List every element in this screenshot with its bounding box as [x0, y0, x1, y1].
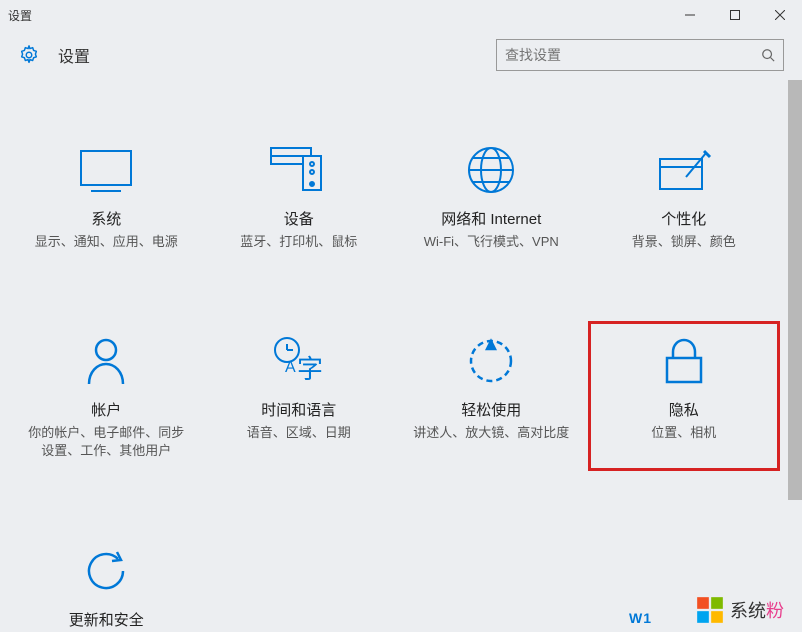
tile-title: 轻松使用: [461, 399, 521, 420]
tile-privacy[interactable]: 隐私 位置、相机: [588, 321, 781, 470]
tile-ease-of-access[interactable]: 轻松使用 讲述人、放大镜、高对比度: [395, 321, 588, 470]
tile-title: 个性化: [661, 208, 706, 229]
maximize-button[interactable]: [712, 0, 757, 30]
lock-icon: [663, 331, 705, 391]
display-icon: [77, 140, 135, 200]
search-icon: [761, 48, 775, 62]
watermark-prefix: W1: [629, 610, 652, 626]
gear-icon: [18, 44, 40, 66]
svg-text:字: 字: [297, 355, 323, 384]
tiles-grid: 系统 显示、通知、应用、电源 设备 蓝牙、打印机、鼠标 网络和 Int: [0, 80, 790, 632]
tile-desc: 显示、通知、应用、电源: [35, 233, 178, 251]
content: 系统 显示、通知、应用、电源 设备 蓝牙、打印机、鼠标 网络和 Int: [0, 80, 802, 632]
tile-title: 时间和语言: [261, 399, 336, 420]
title-bar: 设置: [0, 0, 802, 30]
ease-icon: [466, 331, 516, 391]
person-icon: [83, 331, 129, 391]
tile-desc: 你的帐户、电子邮件、同步设置、工作、其他用户: [28, 424, 185, 460]
tile-title: 系统: [91, 208, 121, 229]
tile-desc: Wi-Fi、飞行模式、VPN: [424, 233, 559, 251]
tile-network[interactable]: 网络和 Internet Wi-Fi、飞行模式、VPN: [395, 130, 588, 261]
tile-time-language[interactable]: 字 A 时间和语言 语音、区域、日期: [203, 321, 396, 470]
tile-desc: 位置、相机: [651, 424, 716, 442]
tile-desc: 讲述人、放大镜、高对比度: [413, 424, 569, 442]
search-input[interactable]: [505, 47, 761, 63]
svg-text:A: A: [285, 359, 296, 376]
tile-accounts[interactable]: 帐户 你的帐户、电子邮件、同步设置、工作、其他用户: [10, 321, 203, 470]
tile-title: 网络和 Internet: [441, 208, 541, 229]
tile-title: 设备: [284, 208, 314, 229]
page-title: 设置: [58, 43, 496, 67]
update-icon: [81, 541, 131, 601]
window-controls: [667, 0, 802, 30]
window-title: 设置: [8, 7, 667, 24]
paint-icon: [656, 140, 712, 200]
tile-title: 更新和安全: [69, 609, 144, 630]
tile-update-security[interactable]: 更新和安全: [10, 531, 203, 632]
search-box[interactable]: [496, 39, 784, 71]
tile-system[interactable]: 系统 显示、通知、应用、电源: [10, 130, 203, 261]
tile-desc: 语音、区域、日期: [247, 424, 351, 442]
tile-personalization[interactable]: 个性化 背景、锁屏、颜色: [588, 130, 781, 261]
devices-icon: [269, 140, 329, 200]
watermark: 系统粉: [696, 596, 784, 624]
tile-title: 隐私: [669, 399, 699, 420]
close-button[interactable]: [757, 0, 802, 30]
tile-desc: 蓝牙、打印机、鼠标: [240, 233, 357, 251]
header: 设置: [0, 30, 802, 80]
tile-devices[interactable]: 设备 蓝牙、打印机、鼠标: [203, 130, 396, 261]
globe-icon: [465, 140, 517, 200]
tile-desc: 背景、锁屏、颜色: [632, 233, 736, 251]
minimize-button[interactable]: [667, 0, 712, 30]
watermark-text: 系统粉: [730, 597, 784, 623]
time-language-icon: 字 A: [271, 331, 327, 391]
windows-logo-icon: [696, 596, 724, 624]
tile-title: 帐户: [91, 399, 121, 420]
